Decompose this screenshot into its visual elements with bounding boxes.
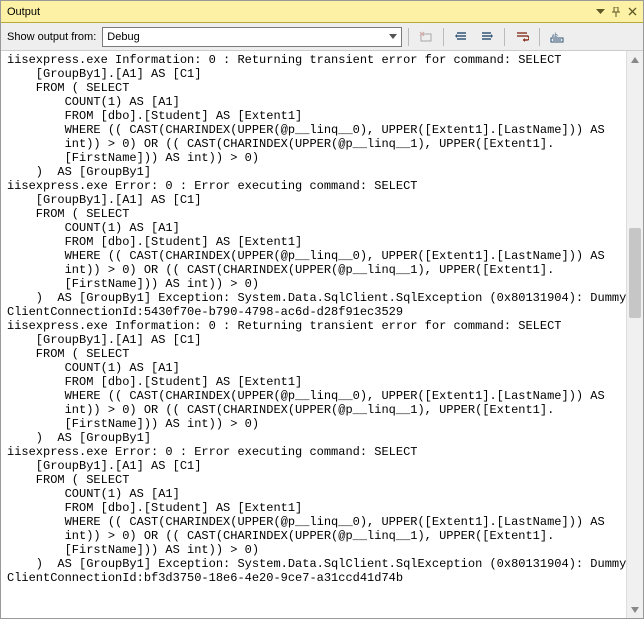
output-settings-button[interactable]: ab — [546, 26, 568, 48]
scroll-track[interactable] — [627, 68, 643, 601]
toolbar: Show output from: Debug ab — [1, 23, 643, 51]
toolbar-separator — [504, 28, 505, 46]
scroll-down-icon[interactable] — [627, 601, 643, 618]
indent-right-button[interactable] — [476, 26, 498, 48]
titlebar: Output — [1, 1, 643, 23]
output-source-selected: Debug — [103, 31, 385, 43]
toolbar-separator — [443, 28, 444, 46]
scroll-thumb[interactable] — [629, 228, 641, 318]
output-source-dropdown[interactable]: Debug — [102, 27, 402, 47]
scroll-up-icon[interactable] — [627, 51, 643, 68]
word-wrap-button[interactable] — [511, 26, 533, 48]
clear-all-button — [415, 26, 437, 48]
toolbar-separator — [408, 28, 409, 46]
output-source-label: Show output from: — [7, 31, 96, 43]
toolbar-separator — [539, 28, 540, 46]
titlebar-controls — [593, 5, 639, 19]
chevron-down-icon — [385, 28, 401, 46]
close-icon[interactable] — [625, 5, 639, 19]
window-position-icon[interactable] — [593, 5, 607, 19]
vertical-scrollbar[interactable] — [626, 51, 643, 618]
indent-left-button[interactable] — [450, 26, 472, 48]
window-title: Output — [5, 6, 593, 18]
output-content-area: iisexpress.exe Information: 0 : Returnin… — [1, 51, 643, 618]
output-log-text[interactable]: iisexpress.exe Information: 0 : Returnin… — [1, 51, 643, 587]
pin-icon[interactable] — [609, 5, 623, 19]
